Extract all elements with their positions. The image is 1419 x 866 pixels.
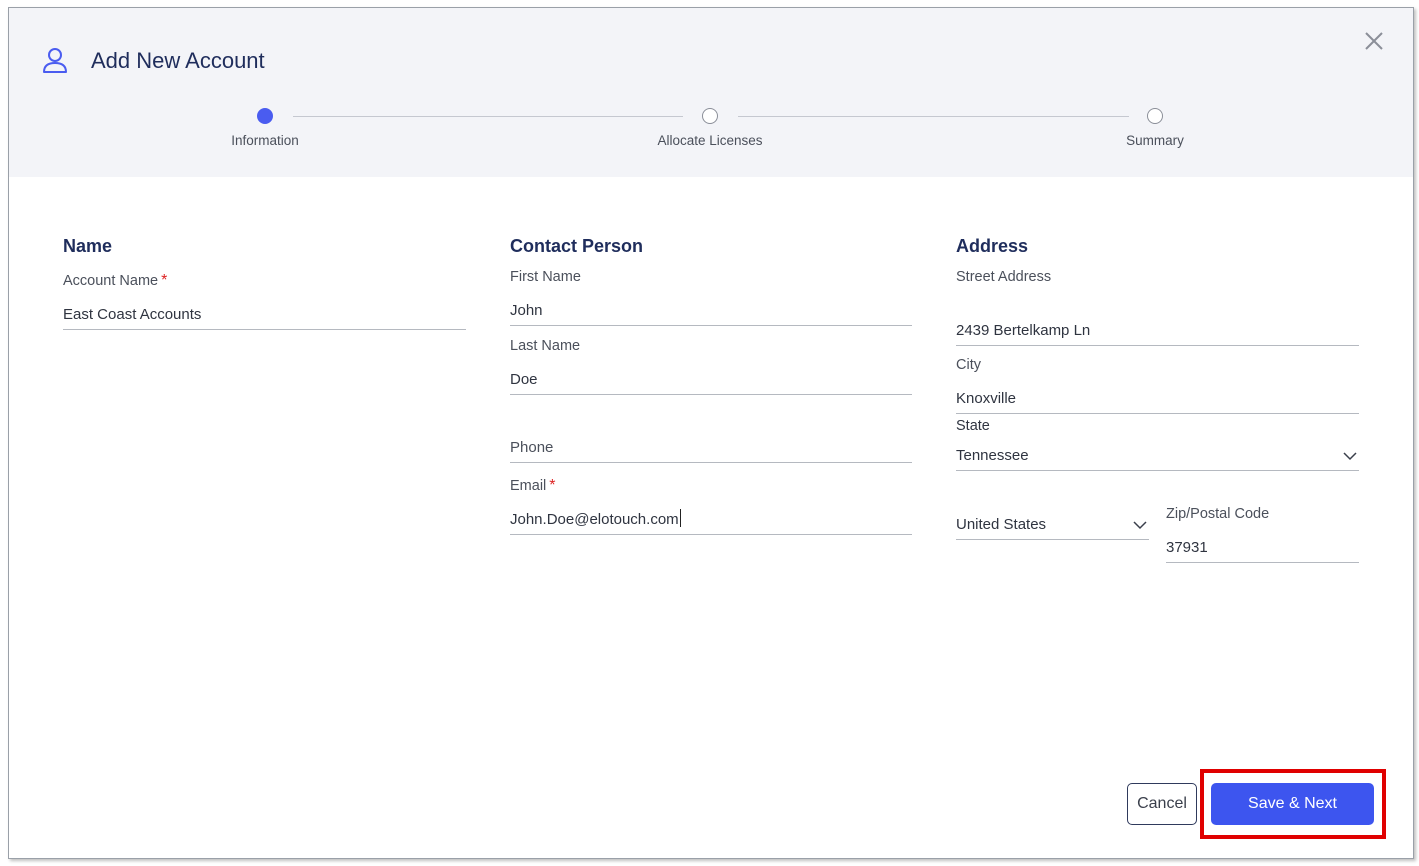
- street-address-label: Street Address: [956, 269, 1052, 285]
- address-section-title: Address: [956, 236, 1029, 256]
- dialog-title: Add New Account: [91, 48, 265, 73]
- account-name-label-text: Account Name: [63, 273, 159, 289]
- required-marker: *: [549, 477, 556, 494]
- text-cursor: [679, 509, 681, 527]
- zip-input[interactable]: 37931: [1166, 531, 1359, 563]
- stepper-connector: [293, 116, 683, 117]
- step-indicator-summary: [1147, 108, 1163, 124]
- country-value: United States: [956, 516, 1047, 533]
- contact-section-title: Contact Person: [510, 236, 644, 256]
- country-select[interactable]: United States: [956, 508, 1149, 540]
- first-name-input[interactable]: John: [510, 294, 912, 326]
- step-label-summary: Summary: [1126, 133, 1184, 148]
- email-value-wrap: John.Doe@elotouch.com: [510, 509, 681, 528]
- save-and-next-button[interactable]: Save & Next: [1211, 783, 1374, 825]
- street-address-input[interactable]: 2439 Bertelkamp Ln: [956, 314, 1359, 346]
- stepper-connector: [738, 116, 1129, 117]
- city-input[interactable]: Knoxville: [956, 382, 1359, 414]
- street-address-value: 2439 Bertelkamp Ln: [956, 322, 1091, 339]
- chevron-down-icon: [1133, 521, 1147, 530]
- account-name-label: Account Name *: [63, 272, 167, 290]
- close-icon[interactable]: [1361, 28, 1387, 54]
- email-label: Email *: [510, 477, 556, 495]
- step-indicator-allocate-licenses: [702, 108, 718, 124]
- add-account-dialog: Add New Account Information Allocate Lic…: [8, 7, 1414, 859]
- stepper: Information Allocate Licenses Summary: [9, 106, 1413, 166]
- first-name-value: John: [510, 302, 543, 319]
- last-name-input[interactable]: Doe: [510, 363, 912, 395]
- state-select[interactable]: Tennessee: [956, 439, 1359, 471]
- last-name-value: Doe: [510, 371, 538, 388]
- step-label-allocate-licenses: Allocate Licenses: [657, 133, 763, 148]
- step-indicator-information: [257, 108, 273, 124]
- user-icon: [43, 48, 67, 73]
- zip-value: 37931: [1166, 539, 1208, 556]
- chevron-down-icon: [1343, 452, 1357, 461]
- cancel-button[interactable]: Cancel: [1127, 783, 1197, 825]
- step-label-information: Information: [231, 133, 299, 148]
- dialog-header: Add New Account Information Allocate Lic…: [9, 8, 1413, 177]
- zip-label: Zip/Postal Code: [1166, 506, 1270, 522]
- state-value: Tennessee: [956, 447, 1029, 464]
- phone-placeholder: Phone: [510, 439, 554, 456]
- email-label-text: Email: [510, 478, 547, 494]
- email-input[interactable]: John.Doe@elotouch.com: [510, 503, 912, 535]
- email-value: John.Doe@elotouch.com: [510, 511, 679, 528]
- name-section-title: Name: [63, 236, 113, 256]
- phone-input[interactable]: Phone: [510, 431, 912, 463]
- state-label: State: [956, 418, 990, 434]
- first-name-label: First Name: [510, 269, 581, 285]
- account-name-input[interactable]: East Coast Accounts: [63, 298, 466, 330]
- city-value: Knoxville: [956, 390, 1017, 407]
- last-name-label: Last Name: [510, 338, 581, 354]
- required-marker: *: [161, 272, 168, 289]
- city-label: City: [956, 357, 981, 373]
- account-name-value: East Coast Accounts: [63, 306, 202, 323]
